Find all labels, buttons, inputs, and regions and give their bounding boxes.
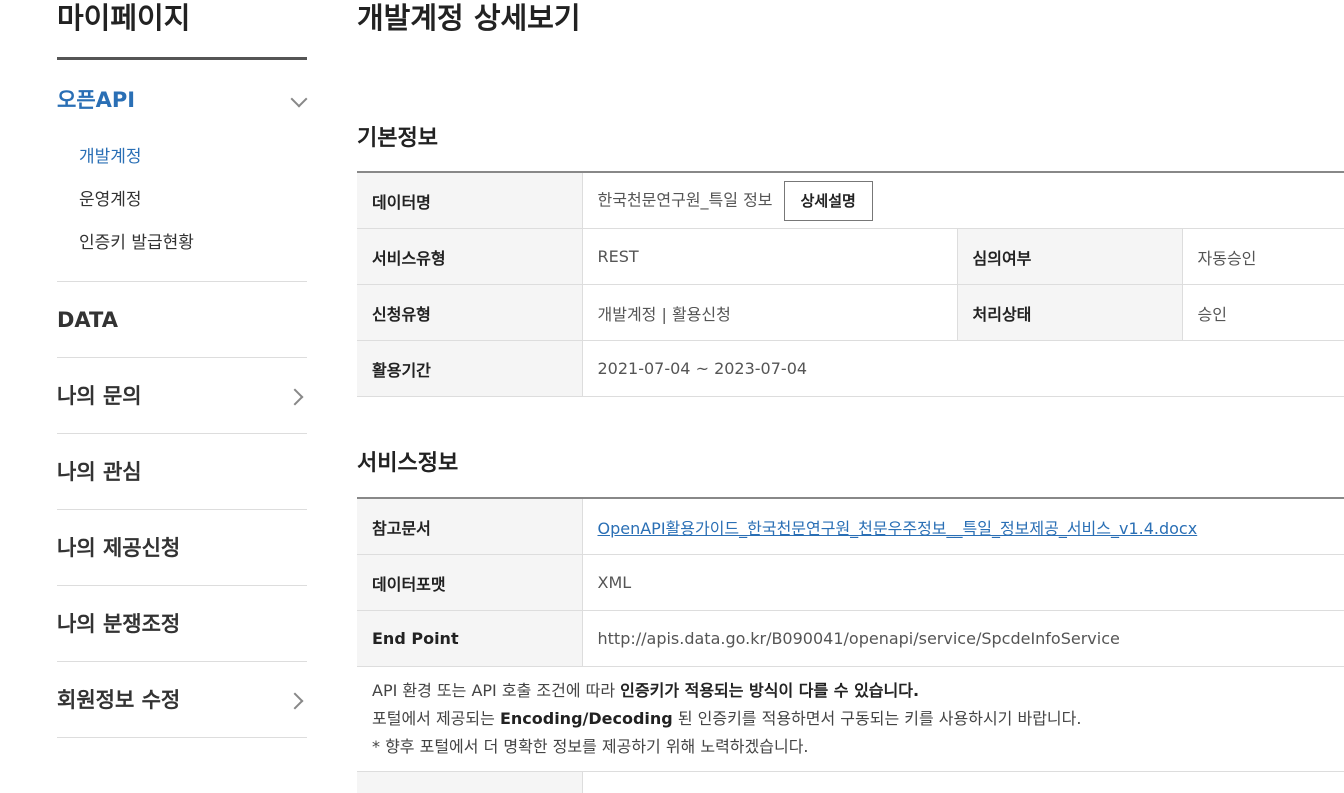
ref-doc-cell: OpenAPI활용가이드_한국천문연구원_천문우주정보__특일_정보제공_서비스… — [582, 498, 1344, 555]
table-row: 데이터명 한국천문연구원_특일 정보 상세설명 — [357, 172, 1344, 229]
sidebar-subitem-ops-account[interactable]: 운영계정 — [57, 179, 307, 222]
row-label: 신청유형 — [357, 284, 583, 341]
sidebar-item-label: 나의 제공신청 — [57, 536, 181, 560]
sidebar-item-label: 나의 관심 — [57, 460, 142, 484]
row-label: 데이터포맷 — [357, 554, 583, 611]
sidebar-group-openapi: 오픈API 개발계정 운영계정 인증키 발급현황 — [57, 60, 308, 282]
sidebar-item-provide[interactable]: 나의 제공신청 — [57, 510, 307, 586]
basic-info-table: 데이터명 한국천문연구원_특일 정보 상세설명 서비스유형 REST 심의여부 … — [357, 171, 1344, 397]
notice-text: API 환경 또는 API 호출 조건에 따라 — [372, 681, 621, 700]
sidebar-subitem-key-status[interactable]: 인증키 발급현황 — [57, 222, 307, 265]
table-row: 활용기간 2021-07-04 ~ 2023-07-04 — [357, 340, 1344, 397]
notice-bold-text: 인증키가 적용되는 방식이 다를 수 있습니다. — [620, 681, 920, 700]
service-info-table: 참고문서 OpenAPI활용가이드_한국천문연구원_천문우주정보__특일_정보제… — [357, 497, 1344, 793]
row-label: 서비스유형 — [357, 228, 583, 285]
row-label: 활용기간 — [357, 340, 583, 397]
table-row: 신청유형 개발계정 | 활용신청 처리상태 승인 — [357, 284, 1344, 341]
notice-line-3: * 향후 포털에서 더 명확한 정보를 제공하기 위해 노력하겠습니다. — [372, 737, 809, 756]
sidebar-item-inquiry[interactable]: 나의 문의 — [57, 358, 307, 434]
key-notice: API 환경 또는 API 호출 조건에 따라 인증키가 적용되는 방식이 다를… — [357, 666, 1344, 772]
row-label: End Point — [357, 610, 583, 667]
service-type-value: REST — [582, 228, 957, 285]
sidebar-item-interest[interactable]: 나의 관심 — [57, 434, 307, 510]
detail-button[interactable]: 상세설명 — [783, 180, 873, 221]
notice-line-2: 포털에서 제공되는 Encoding/Decoding 된 인증키를 적용하면서… — [372, 705, 1342, 733]
table-row: 서비스유형 REST 심의여부 자동승인 — [357, 228, 1344, 285]
notice-line-1: API 환경 또는 API 호출 조건에 따라 인증키가 적용되는 방식이 다를… — [372, 677, 1342, 705]
table-row: 데이터포맷 XML — [357, 554, 1344, 611]
data-name-value: 한국천문연구원_특일 정보 — [597, 190, 773, 209]
sidebar-item-label: 회원정보 수정 — [57, 688, 181, 712]
sidebar-item-openapi[interactable]: 오픈API — [57, 60, 308, 136]
row-label: 데이터명 — [357, 172, 583, 229]
sidebar-subitem-dev-account[interactable]: 개발계정 — [57, 136, 307, 179]
chevron-right-icon — [286, 692, 304, 710]
row-label: 심의여부 — [956, 228, 1183, 285]
row-label: 처리상태 — [956, 284, 1183, 341]
notice-text: 포털에서 제공되는 — [372, 709, 500, 728]
sidebar-item-data[interactable]: DATA — [57, 282, 307, 358]
format-value: XML — [582, 554, 1344, 611]
table-row: API 환경 또는 API 호출 조건에 따라 인증키가 적용되는 방식이 다를… — [357, 666, 1344, 772]
review-value: 자동승인 — [1182, 228, 1344, 285]
sidebar-item-label: 오픈API — [57, 88, 136, 112]
page: 마이페이지 오픈API 개발계정 운영계정 인증키 발급현황 DATA 나의 문… — [0, 0, 1344, 793]
main-content: 개발계정 상세보기 기본정보 데이터명 한국천문연구원_특일 정보 상세설명 서… — [357, 0, 1344, 793]
notice-bold-text: Encoding/Decoding — [499, 709, 673, 728]
sidebar-title: 마이페이지 — [57, 0, 307, 60]
ref-doc-link[interactable]: OpenAPI활용가이드_한국천문연구원_천문우주정보__특일_정보제공_서비스… — [598, 519, 1198, 538]
status-value: 승인 — [1182, 284, 1344, 341]
section-title-basic: 기본정보 — [357, 126, 438, 151]
sidebar-item-label: 나의 분쟁조정 — [57, 612, 181, 636]
sidebar-item-label: 나의 문의 — [57, 384, 142, 408]
section-title-service: 서비스정보 — [357, 451, 459, 476]
data-name-cell: 한국천문연구원_특일 정보 상세설명 — [582, 172, 1344, 229]
endpoint-value: http://apis.data.go.kr/B090041/openapi/s… — [582, 610, 1344, 667]
row-label: 일반 인증키 — [357, 771, 583, 793]
sidebar-item-dispute[interactable]: 나의 분쟁조정 — [57, 586, 307, 662]
table-row: 일반 인증키 — [357, 771, 1344, 793]
chevron-down-icon — [290, 90, 308, 108]
general-key-value — [582, 771, 1344, 793]
sidebar: 마이페이지 오픈API 개발계정 운영계정 인증키 발급현황 DATA 나의 문… — [57, 0, 308, 738]
sidebar-item-member[interactable]: 회원정보 수정 — [57, 662, 307, 738]
sidebar-item-label: DATA — [57, 308, 119, 332]
period-value: 2021-07-04 ~ 2023-07-04 — [582, 340, 1344, 397]
apply-type-value: 개발계정 | 활용신청 — [582, 284, 957, 341]
table-row: 참고문서 OpenAPI활용가이드_한국천문연구원_천문우주정보__특일_정보제… — [357, 498, 1344, 555]
row-label: 참고문서 — [357, 498, 583, 555]
chevron-right-icon — [286, 388, 304, 406]
page-title: 개발계정 상세보기 — [357, 1, 581, 35]
notice-text: 된 인증키를 적용하면서 구동되는 키를 사용하시기 바랍니다. — [672, 709, 1082, 728]
table-row: End Point http://apis.data.go.kr/B090041… — [357, 610, 1344, 667]
